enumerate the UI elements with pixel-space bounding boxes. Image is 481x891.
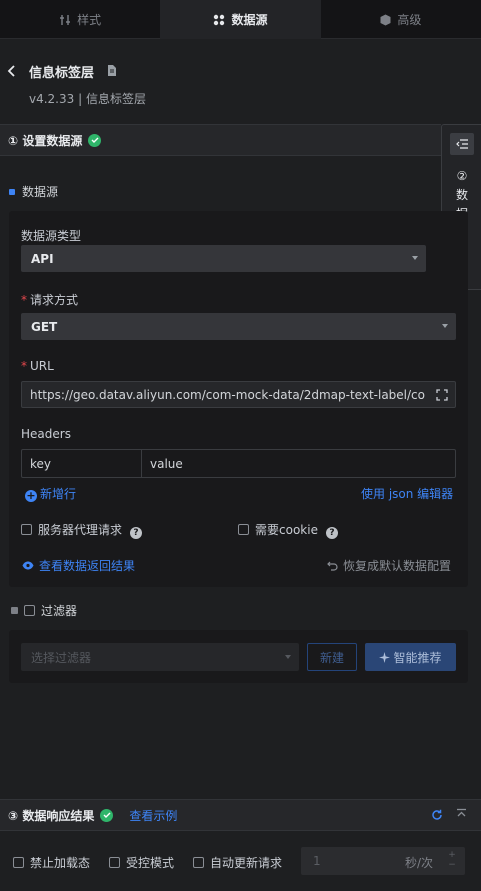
json-editor-link[interactable]: 使用 json 编辑器 [361, 485, 453, 502]
outdent-menu-icon[interactable] [450, 133, 474, 155]
auto-update-option[interactable]: 自动更新请求 [193, 854, 282, 871]
proxy-request-option[interactable]: 服务器代理请求? [21, 521, 143, 539]
reset-default-label: 恢复成默认数据配置 [343, 559, 452, 573]
filter-select[interactable]: 选择过滤器 [21, 643, 299, 671]
url-label: * URL [21, 359, 54, 373]
filter-placeholder: 选择过滤器 [31, 650, 92, 665]
section-response-result[interactable]: ③ 数据响应结果 查看示例 [0, 799, 481, 831]
update-interval-input[interactable]: 1 秒/次 + − [301, 847, 465, 875]
controlled-mode-label: 受控模式 [126, 856, 175, 870]
caret-down-icon [285, 655, 291, 659]
reset-default-link[interactable]: 恢复成默认数据配置 [327, 557, 451, 574]
interval-value: 1 [313, 854, 321, 868]
controlled-mode-checkbox[interactable] [109, 857, 120, 868]
headers-key-cell[interactable]: key [22, 450, 142, 477]
method-select[interactable]: GET [21, 313, 456, 340]
smart-recommend-label: 智能推荐 [393, 650, 442, 665]
disable-loading-option[interactable]: 禁止加载态 [13, 854, 90, 871]
add-row-label: 新增行 [40, 487, 77, 501]
view-result-label: 查看数据返回结果 [39, 559, 136, 573]
collapse-up-icon[interactable] [456, 808, 467, 820]
data-source-icon [214, 14, 225, 25]
undo-icon [327, 561, 338, 571]
tab-data-source[interactable]: 数据源 [160, 0, 321, 39]
cookie-checkbox[interactable] [238, 524, 249, 535]
new-filter-button[interactable]: 新建 [307, 643, 357, 671]
refresh-icon[interactable] [431, 809, 443, 821]
method-label-text: 请求方式 [30, 293, 79, 307]
datasource-type-select[interactable]: API [21, 245, 426, 272]
auto-update-label: 自动更新请求 [210, 856, 283, 870]
caret-down-icon [412, 256, 418, 260]
tab-advanced[interactable]: 高级 [321, 0, 481, 39]
headers-label: Headers [21, 427, 71, 441]
component-title: 信息标签层 [29, 66, 95, 81]
disable-loading-checkbox[interactable] [13, 857, 24, 868]
cube-icon [380, 14, 391, 25]
sliders-icon [60, 14, 71, 25]
filter-checkbox[interactable] [24, 605, 35, 616]
stepper-up-icon[interactable]: + [447, 850, 457, 860]
component-version: v4.2.33 | 信息标签层 [29, 92, 146, 106]
smart-recommend-button[interactable]: 智能推荐 [365, 643, 456, 671]
tab-advanced-label: 高级 [397, 13, 422, 27]
method-value: GET [31, 319, 58, 334]
section-dot-icon [11, 607, 18, 614]
datasource-type-label: 数据源类型 [21, 229, 82, 243]
view-example-link[interactable]: 查看示例 [129, 807, 177, 824]
caret-down-icon [442, 324, 448, 328]
cookie-label: 需要cookie [255, 523, 318, 537]
eye-icon [22, 561, 34, 570]
datasource-label: 数据源 [9, 183, 58, 200]
proxy-checkbox[interactable] [21, 524, 32, 535]
required-mark: * [21, 293, 27, 307]
required-mark: * [21, 359, 27, 373]
document-icon[interactable] [107, 65, 117, 76]
add-row-button[interactable]: + 新增行 [25, 485, 76, 502]
auto-update-checkbox[interactable] [193, 857, 204, 868]
back-chevron-icon[interactable] [6, 64, 18, 78]
cookie-option[interactable]: 需要cookie? [238, 521, 338, 539]
method-label: * 请求方式 [21, 291, 78, 308]
check-success-icon [100, 808, 114, 822]
check-success-icon [88, 133, 102, 147]
component-header: 信息标签层 v4.2.33 | 信息标签层 [0, 40, 481, 124]
section-dot-icon [9, 188, 15, 195]
view-result-link[interactable]: 查看数据返回结果 [22, 557, 135, 574]
tab-data-source-label: 数据源 [231, 13, 268, 27]
controlled-mode-option[interactable]: 受控模式 [109, 854, 174, 871]
url-value: https://geo.datav.aliyun.com/com-mock-da… [30, 387, 426, 402]
interval-unit: 秒/次 [405, 856, 434, 870]
tab-style-label: 样式 [77, 13, 102, 27]
top-tabs: 样式 数据源 高级 [0, 0, 481, 39]
url-label-text: URL [30, 359, 54, 373]
url-input[interactable]: https://geo.datav.aliyun.com/com-mock-da… [21, 381, 456, 408]
disable-loading-label: 禁止加载态 [30, 856, 91, 870]
headers-value-cell[interactable]: value [142, 450, 183, 477]
help-icon[interactable]: ? [130, 527, 143, 539]
filter-label: 过滤器 [41, 604, 78, 618]
interval-stepper[interactable]: + − [447, 850, 457, 872]
plus-circle-icon: + [25, 489, 37, 502]
tab-style[interactable]: 样式 [0, 0, 160, 39]
filter-toggle[interactable]: 过滤器 [11, 602, 77, 619]
headers-table: key value [21, 449, 456, 478]
datasource-label-text: 数据源 [22, 185, 59, 199]
proxy-label: 服务器代理请求 [38, 523, 123, 537]
stepper-down-icon[interactable]: − [447, 860, 457, 870]
sparkle-icon [379, 651, 391, 663]
section-set-datasource[interactable]: ① 设置数据源 [0, 124, 441, 156]
section-title: ① 设置数据源 [8, 133, 83, 148]
help-icon[interactable]: ? [325, 527, 338, 539]
section-title: ③ 数据响应结果 [8, 808, 95, 823]
expand-icon[interactable] [436, 389, 448, 401]
datasource-type-value: API [31, 251, 54, 266]
